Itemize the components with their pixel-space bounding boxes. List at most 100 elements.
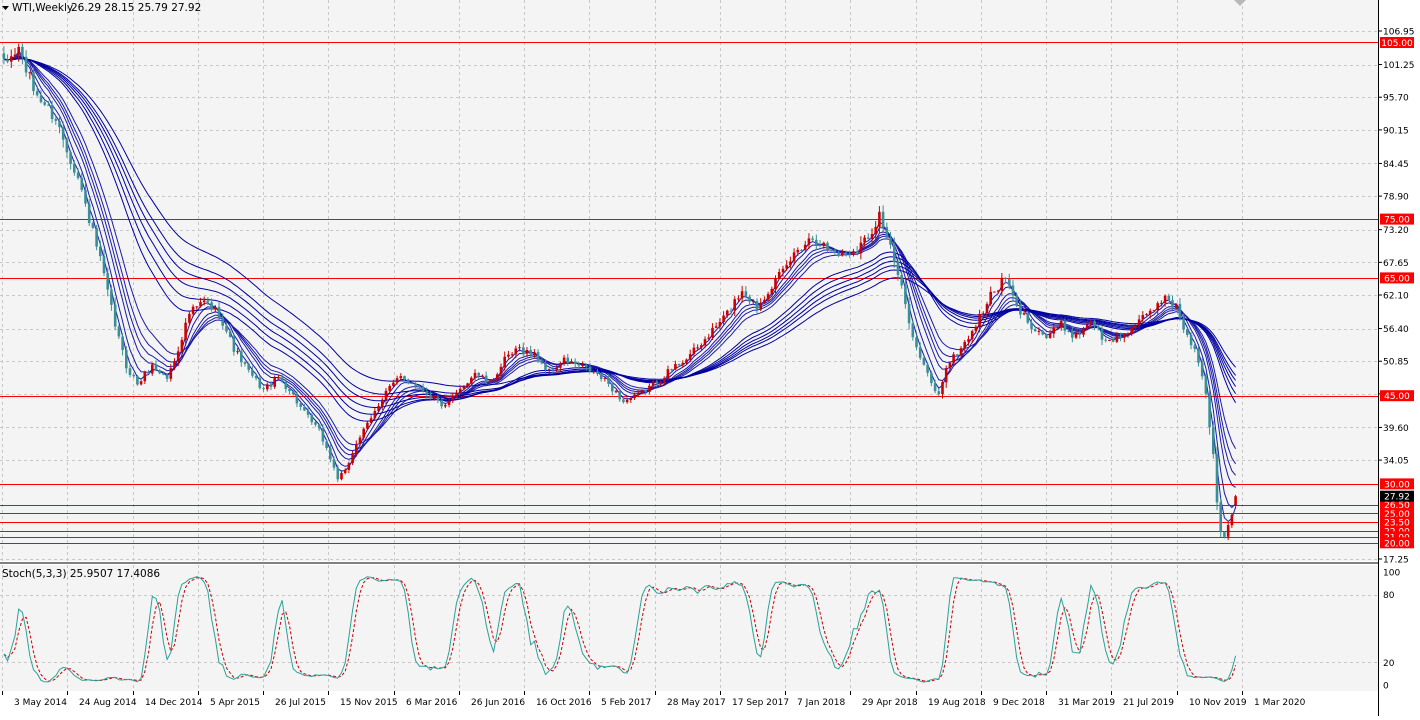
candle-body [644, 390, 647, 392]
candle-body [796, 249, 800, 253]
time-axis-label: 24 Aug 2014 [79, 698, 137, 708]
candle-body [744, 291, 748, 297]
candle-body [1008, 278, 1011, 286]
candle-body [1115, 336, 1119, 342]
candle-body [317, 424, 321, 429]
candle-body [1234, 496, 1237, 506]
chart-canvas[interactable]: 106.95 101.25 95.70 90.15 84.45 78.90 73.20 67.… [0, 0, 1420, 716]
candle-body [147, 372, 150, 374]
candle-body [95, 227, 98, 247]
candle-body [47, 104, 50, 106]
candle-body [718, 322, 722, 327]
candle-body [99, 246, 102, 257]
candle-body [358, 437, 362, 445]
candle-body [807, 238, 811, 245]
candle-body [321, 428, 325, 442]
stoch-label: Stoch(5,3,3) 25.9507 17.4086 [2, 568, 160, 580]
candle-body [614, 391, 618, 393]
candle-body [1015, 295, 1018, 305]
candle-body [907, 304, 911, 324]
candle-body [633, 394, 636, 399]
candle-body [1078, 333, 1082, 335]
candle-body [447, 401, 451, 405]
candle-body [1141, 315, 1145, 320]
candle-body [128, 368, 132, 375]
candle-body [1108, 340, 1111, 341]
candle-body [1082, 328, 1085, 335]
candle-body [492, 379, 495, 381]
candle-body [700, 345, 703, 348]
candle-body [343, 469, 347, 473]
candle-body [243, 362, 247, 364]
candle-body [941, 382, 944, 395]
candle-body [544, 363, 547, 370]
candle-body [496, 374, 499, 380]
candle-body [911, 323, 915, 338]
price-axis-label: 84.45 [1383, 160, 1409, 170]
candle-body [113, 304, 117, 327]
time-axis-label: 21 Jul 2019 [1123, 698, 1174, 708]
candle-body [403, 376, 406, 380]
candle-body [1152, 310, 1156, 312]
candle-body [121, 336, 124, 350]
candle-body [970, 331, 974, 340]
candle-body [978, 314, 981, 327]
candle-body [859, 242, 863, 254]
candle-body [1056, 327, 1059, 329]
candle-body [963, 341, 966, 349]
stoch-axis-label: 100 [1383, 569, 1400, 579]
candle-body [429, 394, 432, 398]
candle-body [763, 299, 766, 303]
candle-body [670, 369, 673, 371]
candle-body [711, 327, 714, 338]
candle-body [1212, 427, 1215, 454]
candle-body [254, 375, 258, 379]
candle-body [284, 382, 288, 389]
candle-body [852, 251, 855, 255]
candle-body [329, 448, 332, 460]
candle-body [381, 399, 384, 407]
candle-body [1208, 393, 1211, 428]
candle-body [651, 381, 655, 386]
candle-body [470, 377, 473, 384]
candle-body [21, 46, 24, 57]
candle-body [937, 391, 941, 395]
candle-body [84, 189, 87, 204]
candle-body [611, 384, 614, 392]
candle-body [622, 399, 625, 403]
candle-body [581, 365, 584, 366]
candle-body [1071, 331, 1074, 338]
candle-body [933, 383, 937, 392]
candle-body [637, 393, 640, 395]
candle-body [399, 376, 403, 379]
candle-body [76, 172, 80, 178]
candle-body [269, 384, 273, 387]
level-price-label: 65.00 [1384, 274, 1410, 284]
chart-root: 106.95 101.25 95.70 90.15 84.45 78.90 73.20 67.… [0, 0, 1420, 716]
candle-body [332, 459, 336, 468]
candle-body [199, 302, 202, 307]
candle-body [625, 400, 629, 403]
price-axis-label: 106.95 [1383, 28, 1415, 38]
candle-body [28, 72, 32, 74]
candle-body [451, 396, 455, 402]
main-pane-background [0, 0, 1378, 561]
candle-body [432, 397, 436, 399]
candle-body [61, 127, 65, 140]
candle-body [176, 351, 180, 362]
price-axis-label: 34.05 [1383, 457, 1409, 467]
candle-body [1085, 324, 1089, 329]
candle-body [1089, 321, 1093, 325]
candle-body [1182, 318, 1185, 330]
candle-body [781, 268, 785, 272]
candle-body [915, 337, 918, 348]
candle-body [815, 239, 818, 245]
candle-body [1167, 295, 1171, 301]
candle-body [551, 369, 555, 371]
candle-body [414, 383, 417, 387]
candle-body [58, 121, 61, 128]
candle-body [1193, 345, 1197, 349]
candle-body [1223, 532, 1226, 537]
candle-body [993, 291, 996, 293]
candle-body [844, 252, 848, 254]
